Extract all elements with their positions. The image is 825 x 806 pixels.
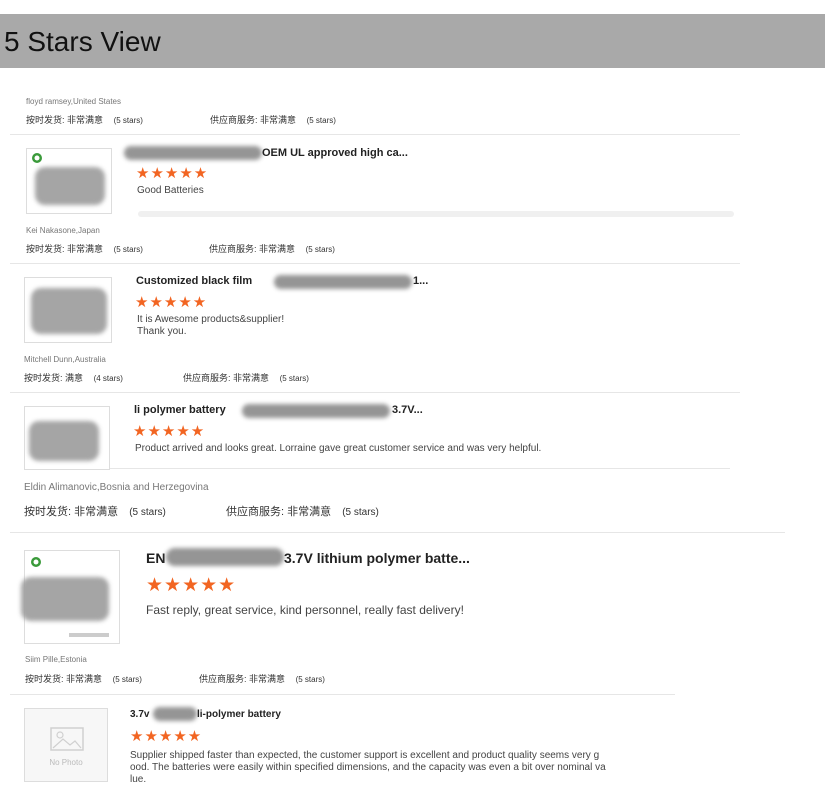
scrollbar[interactable] bbox=[138, 211, 734, 217]
divider bbox=[10, 694, 675, 695]
product-title[interactable]: Customized black film bbox=[136, 275, 252, 287]
product-thumbnail[interactable] bbox=[24, 277, 112, 343]
redacted-title-segment bbox=[274, 275, 412, 289]
comment-line: Supplier shipped faster than expected, t… bbox=[130, 750, 600, 761]
service-label: 供应商服务: bbox=[183, 373, 231, 383]
page-title: 5 Stars View bbox=[4, 26, 161, 57]
service-label: 供应商服务: bbox=[210, 115, 258, 125]
delivery-stars: (5 stars) bbox=[113, 245, 143, 254]
product-title-suffix[interactable]: 3.7V... bbox=[392, 404, 423, 416]
service-rating: 供应商服务: 非常满意 (5 stars) bbox=[199, 672, 325, 685]
service-value: 非常满意 bbox=[260, 115, 297, 125]
delivery-stars: (5 stars) bbox=[129, 507, 166, 518]
reviewer-name: Siim Pille,Estonia bbox=[25, 655, 87, 664]
page-header: 5 Stars View bbox=[0, 14, 825, 68]
star-rating: ★★★★★ bbox=[133, 423, 206, 440]
divider bbox=[10, 532, 785, 533]
service-label: 供应商服务: bbox=[209, 244, 257, 254]
review-comment: Supplier shipped faster than expected, t… bbox=[130, 750, 690, 786]
star-rating: ★★★★★ bbox=[135, 294, 208, 311]
product-title[interactable]: EN bbox=[146, 550, 165, 566]
delivery-value: 非常满意 bbox=[74, 506, 119, 518]
blurred-product-image bbox=[29, 421, 99, 461]
service-stars: (5 stars) bbox=[279, 374, 309, 383]
service-stars: (5 stars) bbox=[342, 507, 379, 518]
redacted-title-segment bbox=[166, 548, 284, 566]
product-title-suffix[interactable]: li-polymer battery bbox=[197, 709, 281, 720]
product-title-suffix[interactable]: 3.7V lithium polymer batte... bbox=[284, 550, 470, 566]
comment-line: ood. The batteries were easily within sp… bbox=[130, 762, 606, 773]
delivery-stars: (4 stars) bbox=[93, 374, 123, 383]
product-title[interactable]: li polymer battery bbox=[134, 404, 226, 416]
redacted-title-segment bbox=[124, 146, 262, 160]
brand-logo-icon bbox=[31, 557, 41, 567]
product-title-suffix[interactable]: 1... bbox=[413, 275, 428, 287]
comment-line: It is Awesome products&supplier! bbox=[137, 314, 285, 325]
comment-line: lue. bbox=[130, 774, 147, 785]
review-comment: It is Awesome products&supplier! Thank y… bbox=[137, 314, 284, 338]
product-title[interactable]: 3.7v bbox=[130, 709, 149, 720]
service-value: 非常满意 bbox=[259, 244, 296, 254]
no-photo-label: No Photo bbox=[49, 758, 83, 767]
service-value: 非常满意 bbox=[233, 373, 270, 383]
service-label: 供应商服务: bbox=[199, 674, 247, 684]
blurred-product-image bbox=[35, 167, 105, 205]
product-thumbnail[interactable] bbox=[21, 550, 120, 644]
service-stars: (5 stars) bbox=[305, 245, 335, 254]
delivery-rating: 按时发货: 非常满意 (5 stars) bbox=[25, 672, 142, 685]
review-comment: Good Batteries bbox=[137, 185, 204, 196]
blurred-product-image bbox=[31, 288, 107, 334]
delivery-label: 按时发货: bbox=[25, 674, 64, 684]
reviewer-name: floyd ramsey,United States bbox=[26, 97, 122, 106]
service-rating: 供应商服务: 非常满意 (5 stars) bbox=[183, 371, 309, 384]
delivery-rating: 按时发货: 非常满意 (5 stars) bbox=[24, 503, 166, 519]
delivery-value: 非常满意 bbox=[66, 674, 103, 684]
star-rating: ★★★★★ bbox=[146, 575, 237, 596]
delivery-stars: (5 stars) bbox=[113, 116, 143, 125]
service-stars: (5 stars) bbox=[306, 116, 336, 125]
star-rating: ★★★★★ bbox=[136, 165, 209, 182]
delivery-rating: 按时发货: 满意 (4 stars) bbox=[24, 371, 123, 384]
blurred-product-image bbox=[21, 577, 109, 621]
comment-line: Thank you. bbox=[137, 326, 187, 337]
delivery-label: 按时发货: bbox=[24, 506, 72, 518]
delivery-value: 非常满意 bbox=[67, 244, 104, 254]
service-value: 非常满意 bbox=[249, 674, 286, 684]
review-comment: Product arrived and looks great. Lorrain… bbox=[135, 443, 542, 454]
reviewer-name: Eldin Alimanovic,Bosnia and Herzegovina bbox=[24, 482, 209, 493]
redacted-title-segment bbox=[242, 404, 390, 418]
divider bbox=[110, 468, 730, 469]
image-placeholder-icon bbox=[50, 727, 84, 751]
certification-marks bbox=[69, 633, 109, 637]
product-thumbnail[interactable] bbox=[24, 406, 110, 470]
service-stars: (5 stars) bbox=[295, 675, 325, 684]
review-comment: Fast reply, great service, kind personne… bbox=[146, 603, 464, 617]
delivery-label: 按时发货: bbox=[24, 373, 63, 383]
reviewer-name: Mitchell Dunn,Australia bbox=[24, 355, 106, 364]
service-value: 非常满意 bbox=[287, 506, 332, 518]
brand-logo-icon bbox=[32, 153, 42, 163]
delivery-value: 非常满意 bbox=[67, 115, 104, 125]
delivery-rating: 按时发货: 非常满意 (5 stars) bbox=[26, 113, 143, 126]
divider bbox=[10, 392, 740, 393]
star-rating: ★★★★★ bbox=[130, 728, 203, 745]
delivery-value: 满意 bbox=[65, 373, 84, 383]
product-title[interactable]: OEM UL approved high ca... bbox=[262, 147, 408, 159]
service-rating: 供应商服务: 非常满意 (5 stars) bbox=[209, 242, 335, 255]
reviewer-name: Kei Nakasone,Japan bbox=[26, 226, 100, 235]
divider bbox=[10, 263, 740, 264]
product-thumbnail[interactable] bbox=[26, 148, 112, 214]
redacted-title-segment bbox=[153, 707, 197, 721]
delivery-label: 按时发货: bbox=[26, 115, 65, 125]
service-rating: 供应商服务: 非常满意 (5 stars) bbox=[210, 113, 336, 126]
service-label: 供应商服务: bbox=[226, 506, 285, 518]
product-thumbnail-placeholder[interactable]: No Photo bbox=[24, 708, 108, 782]
divider bbox=[10, 134, 740, 135]
delivery-stars: (5 stars) bbox=[112, 675, 142, 684]
delivery-rating: 按时发货: 非常满意 (5 stars) bbox=[26, 242, 143, 255]
service-rating: 供应商服务: 非常满意 (5 stars) bbox=[226, 503, 379, 519]
delivery-label: 按时发货: bbox=[26, 244, 65, 254]
